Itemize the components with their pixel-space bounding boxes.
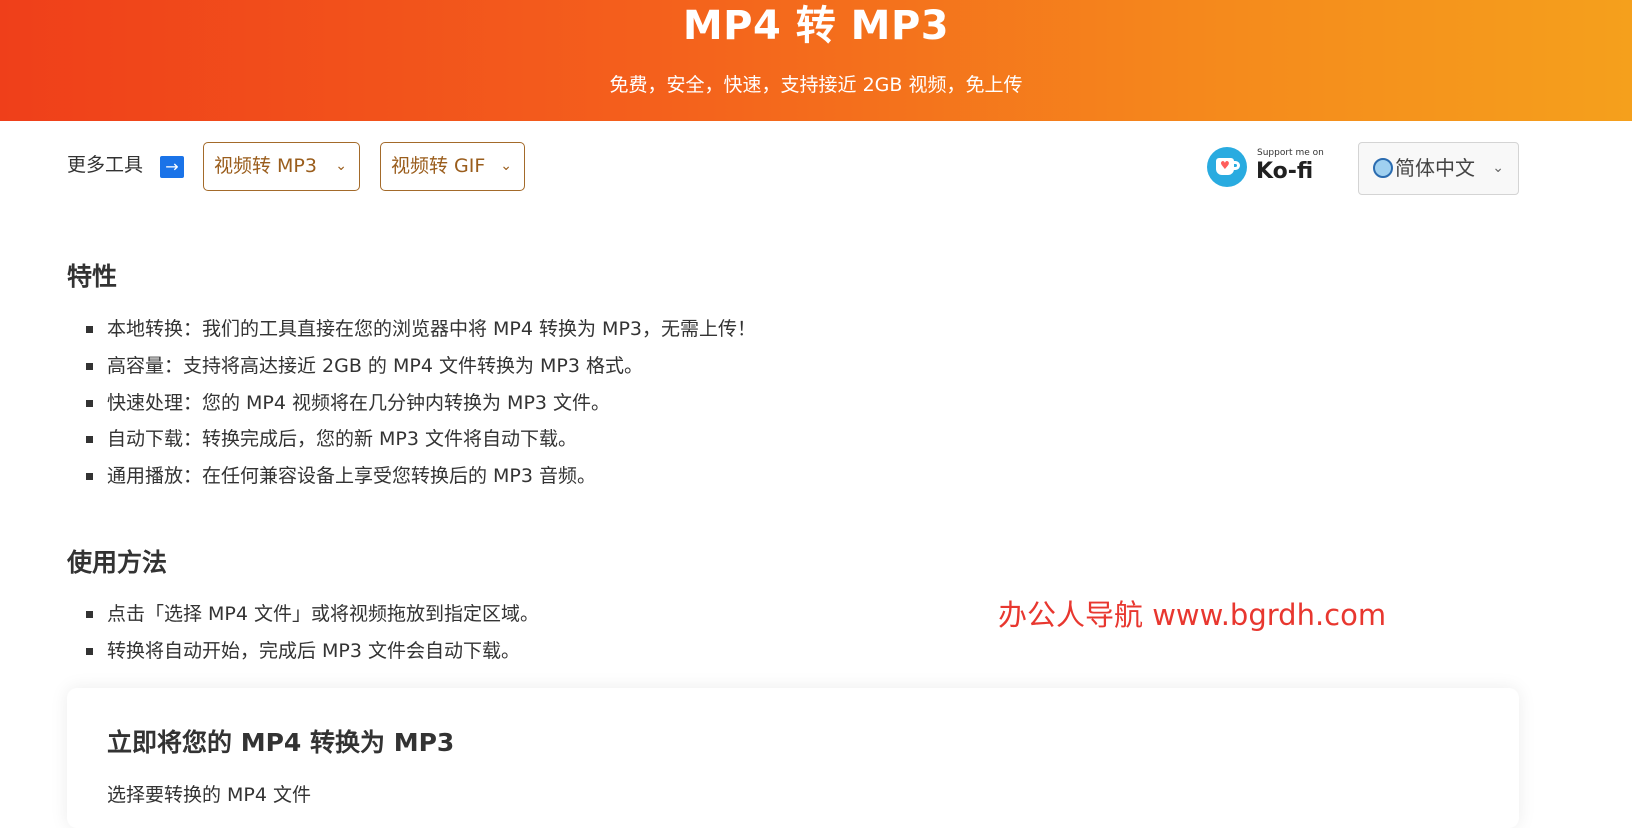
video-to-mp3-label: 视频转 MP3 <box>214 155 317 177</box>
watermark-text: 办公人导航 www.bgrdh.com <box>998 598 1387 632</box>
kofi-cup-icon: ♥ <box>1207 147 1247 187</box>
video-to-mp3-dropdown[interactable]: 视频转 MP3 ⌄ <box>203 142 360 191</box>
usage-heading: 使用方法 <box>67 548 168 577</box>
right-arrow-icon: → <box>160 156 184 178</box>
globe-icon <box>1373 158 1393 178</box>
page-subtitle: 免费，安全，快速，支持接近 2GB 视频，免上传 <box>609 74 1023 96</box>
list-item: 自动下载：转换完成后，您的新 MP3 文件将自动下载。 <box>86 421 756 458</box>
chevron-down-icon: ⌄ <box>335 158 347 174</box>
hero-banner: MP4 转 MP3 免费，安全，快速，支持接近 2GB 视频，免上传 <box>0 0 1632 121</box>
language-selector[interactable]: 简体中文 ⌄ <box>1358 142 1519 195</box>
list-item: 转换将自动开始，完成后 MP3 文件会自动下载。 <box>86 633 539 670</box>
list-item: 点击「选择 MP4 文件」或将视频拖放到指定区域。 <box>86 596 539 633</box>
more-tools-label: 更多工具 <box>67 154 144 176</box>
list-item: 通用播放：在任何兼容设备上享受您转换后的 MP3 音频。 <box>86 458 756 495</box>
chevron-down-icon: ⌄ <box>500 158 512 174</box>
kofi-logo-text: Ko-fi <box>1256 159 1314 184</box>
features-list: 本地转换：我们的工具直接在您的浏览器中将 MP4 转换为 MP3，无需上传！ 高… <box>86 311 756 495</box>
page-title: MP4 转 MP3 <box>682 3 950 49</box>
kofi-support-button[interactable]: ♥ Support me on Ko-fi <box>1205 146 1325 188</box>
converter-title: 立即将您的 MP4 转换为 MP3 <box>107 728 455 757</box>
list-item: 本地转换：我们的工具直接在您的浏览器中将 MP4 转换为 MP3，无需上传！ <box>86 311 756 348</box>
file-select-label: 选择要转换的 MP4 文件 <box>107 784 312 806</box>
features-heading: 特性 <box>67 262 118 291</box>
usage-list: 点击「选择 MP4 文件」或将视频拖放到指定区域。 转换将自动开始，完成后 MP… <box>86 596 539 670</box>
language-label: 简体中文 <box>1395 156 1475 180</box>
converter-card: 立即将您的 MP4 转换为 MP3 选择要转换的 MP4 文件 <box>67 688 1519 828</box>
kofi-small-text: Support me on <box>1257 148 1324 158</box>
video-to-gif-dropdown[interactable]: 视频转 GIF ⌄ <box>380 142 525 191</box>
chevron-down-icon: ⌄ <box>1492 160 1504 176</box>
list-item: 快速处理：您的 MP4 视频将在几分钟内转换为 MP3 文件。 <box>86 385 756 422</box>
list-item: 高容量：支持将高达接近 2GB 的 MP4 文件转换为 MP3 格式。 <box>86 348 756 385</box>
video-to-gif-label: 视频转 GIF <box>391 155 486 177</box>
